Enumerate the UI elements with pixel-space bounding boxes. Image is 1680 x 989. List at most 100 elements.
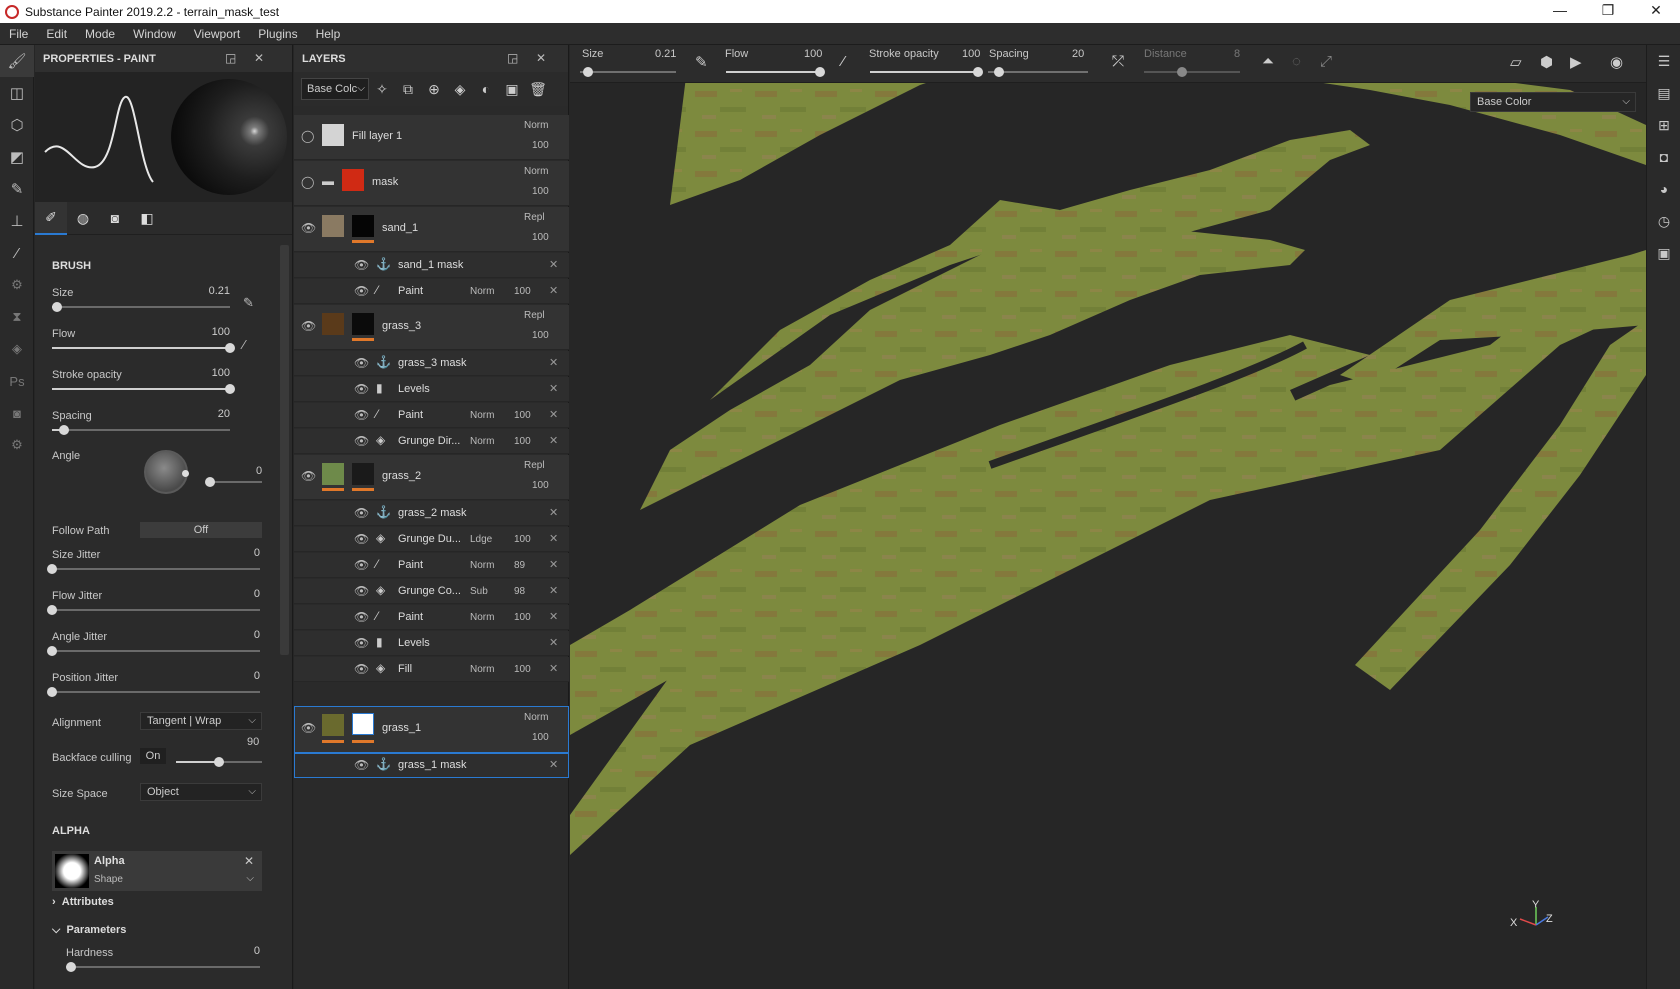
effect-opacity[interactable]: 89 xyxy=(514,560,525,571)
flow-jitter-slider[interactable] xyxy=(47,605,260,615)
effect-name[interactable]: Levels xyxy=(398,383,430,395)
blend-mode[interactable]: Norm xyxy=(524,712,548,723)
stroke-opacity-slider[interactable] xyxy=(52,384,235,394)
layer-opacity[interactable]: 100 xyxy=(532,140,549,151)
tb-spacing-knob[interactable] xyxy=(994,67,1004,77)
add-layer-icon[interactable]: ⊕ xyxy=(421,81,447,98)
layer-opacity[interactable]: 100 xyxy=(532,732,549,743)
channel-select[interactable]: Base Colc ⌵ xyxy=(301,78,369,100)
delete-layer-icon[interactable]: 🗑 xyxy=(525,81,551,98)
layer-name[interactable]: grass_3 xyxy=(382,320,421,332)
viewport[interactable]: Size 0.21 ✎ Flow 100 ⁄ Stroke opacity 10… xyxy=(570,45,1646,989)
screenshot-camera-icon[interactable]: ◉ xyxy=(1610,53,1623,71)
size-jitter-slider[interactable] xyxy=(47,564,260,574)
layer-row[interactable]: ◯ Fill layer 1 Norm 100 xyxy=(294,115,569,160)
eye-icon[interactable]: 👁 xyxy=(301,221,316,235)
layer-row[interactable]: 👁 grass_3 Repl 100 xyxy=(294,305,569,350)
position-jitter-slider[interactable] xyxy=(47,687,260,697)
menu-edit[interactable]: Edit xyxy=(37,27,76,41)
remove-alpha-icon[interactable]: ✕ xyxy=(244,854,254,868)
eye-icon[interactable]: 👁 xyxy=(354,758,369,772)
tab-gradient[interactable]: ◧ xyxy=(131,202,163,235)
effect-name[interactable]: Paint xyxy=(398,285,423,297)
minimize-button[interactable]: — xyxy=(1536,0,1584,23)
tb-stroke-opacity-knob[interactable] xyxy=(973,67,983,77)
properties-scrollbar[interactable] xyxy=(280,245,289,655)
effect-opacity[interactable]: 100 xyxy=(514,286,531,297)
effect-opacity[interactable]: 100 xyxy=(514,664,531,675)
effect-row[interactable]: 👁 ⁄ Paint Norm 89 ✕ xyxy=(294,553,569,578)
blend-mode[interactable]: Repl xyxy=(524,212,545,223)
attributes-group[interactable]: › Attributes xyxy=(52,896,114,908)
tb-stroke-opacity-value[interactable]: 100 xyxy=(962,48,980,60)
effect-name[interactable]: sand_1 mask xyxy=(398,259,463,271)
alpha-resource-card[interactable]: Alpha Shape ✕ ⌵ xyxy=(52,851,262,891)
display-cube-icon[interactable]: ⬢ xyxy=(1540,53,1553,71)
remove-effect-icon[interactable]: ✕ xyxy=(549,506,558,519)
remove-effect-icon[interactable]: ✕ xyxy=(549,284,558,297)
tb-stroke-opacity-slider[interactable] xyxy=(870,71,982,73)
remove-effect-icon[interactable]: ✕ xyxy=(549,532,558,545)
flow-jitter-value[interactable]: 0 xyxy=(254,588,260,600)
plugin-tool-3[interactable]: ◈ xyxy=(0,333,34,365)
angle-value[interactable]: 0 xyxy=(256,465,262,477)
size-value[interactable]: 0.21 xyxy=(209,285,230,297)
effect-opacity[interactable]: 100 xyxy=(514,612,531,623)
chevron-down-icon[interactable]: ⌵ xyxy=(246,873,254,884)
effect-name[interactable]: grass_3 mask xyxy=(398,357,466,369)
blend-mode[interactable]: Norm xyxy=(470,612,494,623)
remove-effect-icon[interactable]: ✕ xyxy=(549,408,558,421)
blend-mode[interactable]: Norm xyxy=(470,664,494,675)
blend-mode[interactable]: Repl xyxy=(524,310,545,321)
effect-row[interactable]: 👁 ⁄ Paint Norm 100 ✕ xyxy=(294,279,569,304)
eye-icon[interactable]: 👁 xyxy=(354,558,369,572)
effect-name[interactable]: grass_2 mask xyxy=(398,507,466,519)
history-button[interactable]: ◷ xyxy=(1647,205,1680,237)
effect-row[interactable]: 👁 ◈ Fill Norm 100 ✕ xyxy=(294,657,569,682)
angle-jitter-slider[interactable] xyxy=(47,646,260,656)
spacing-slider[interactable] xyxy=(52,425,230,435)
polygon-fill-tool[interactable]: ◩ xyxy=(0,141,34,173)
eye-icon[interactable]: 👁 xyxy=(354,584,369,598)
remove-effect-icon[interactable]: ✕ xyxy=(549,610,558,623)
tb-distance-value[interactable]: 8 xyxy=(1234,48,1240,60)
menu-help[interactable]: Help xyxy=(307,27,350,41)
plugin-tool-5[interactable]: ⚙ xyxy=(0,429,34,461)
tb-size-slider[interactable] xyxy=(580,71,676,73)
effect-opacity[interactable]: 100 xyxy=(514,436,531,447)
menu-viewport[interactable]: Viewport xyxy=(185,27,249,41)
blend-mode[interactable]: Norm xyxy=(524,166,548,177)
effect-name[interactable]: Paint xyxy=(398,611,423,623)
folder-row[interactable]: ◯ ▬ mask Norm 100 xyxy=(294,161,569,206)
eye-icon[interactable]: 👁 xyxy=(354,532,369,546)
eye-icon[interactable]: 👁 xyxy=(301,721,316,735)
effect-row[interactable]: 👁 ⚓ grass_1 mask ✕ xyxy=(294,753,569,778)
layer-opacity[interactable]: 100 xyxy=(532,480,549,491)
layer-name[interactable]: grass_2 xyxy=(382,470,421,482)
tab-material[interactable]: ◍ xyxy=(67,202,99,235)
add-mask-icon[interactable]: ⧉ xyxy=(395,81,421,98)
effect-name[interactable]: Levels xyxy=(398,637,430,649)
flow-value[interactable]: 100 xyxy=(212,326,230,338)
camera-icon[interactable]: ▶ xyxy=(1570,53,1582,71)
add-smart-mask-icon[interactable]: ◐ xyxy=(473,81,499,97)
spacing-value[interactable]: 20 xyxy=(218,408,230,420)
grid-dock-button[interactable]: ⊞ xyxy=(1647,109,1680,141)
eye-icon[interactable]: 👁 xyxy=(301,469,316,483)
transform-icon[interactable]: ⤢ xyxy=(1320,53,1332,70)
effect-opacity[interactable]: 98 xyxy=(514,586,525,597)
add-fill-layer-icon[interactable]: ◈ xyxy=(447,81,473,98)
remove-effect-icon[interactable]: ✕ xyxy=(549,356,558,369)
eye-icon[interactable]: 👁 xyxy=(354,284,369,298)
eraser-tool[interactable]: ◫ xyxy=(0,77,34,109)
smudge-tool[interactable]: ✎ xyxy=(0,173,34,205)
flow-slider[interactable] xyxy=(52,343,235,353)
effect-row[interactable]: 👁 ◈ Grunge Dir... Norm 100 ✕ xyxy=(294,429,569,454)
layers-dock-button[interactable]: ☰ xyxy=(1647,45,1680,77)
effect-opacity[interactable]: 100 xyxy=(514,534,531,545)
tb-flow-knob[interactable] xyxy=(815,67,825,77)
effect-row[interactable]: 👁 ◈ Grunge Co... Sub 98 ✕ xyxy=(294,579,569,604)
remove-effect-icon[interactable]: ✕ xyxy=(549,258,558,271)
angle-dial[interactable] xyxy=(144,450,189,494)
remove-effect-icon[interactable]: ✕ xyxy=(549,382,558,395)
